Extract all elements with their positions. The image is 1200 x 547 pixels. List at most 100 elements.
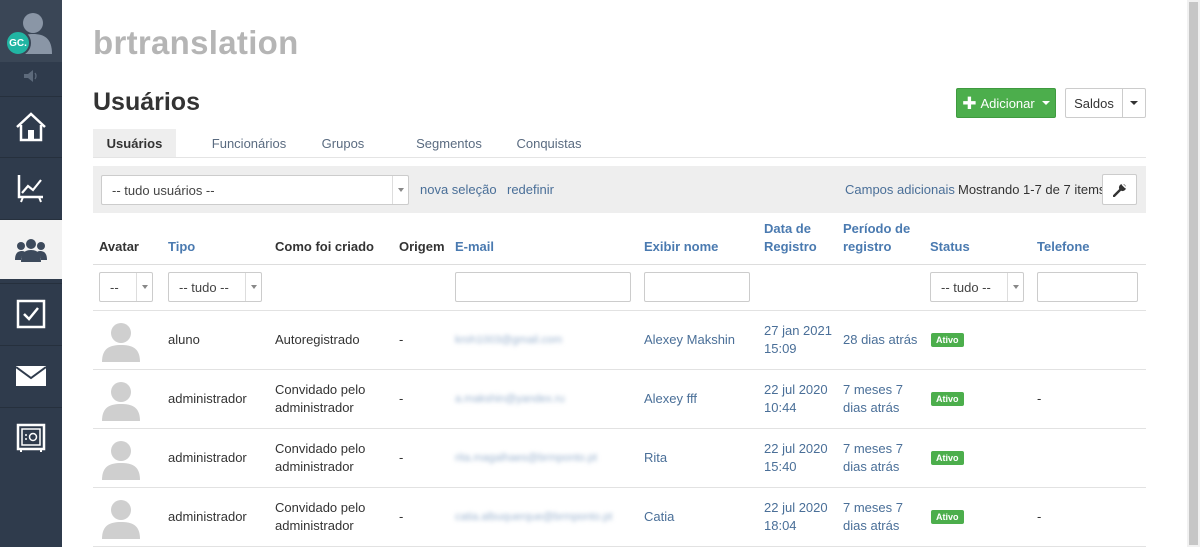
sidebar-item-vault[interactable]: [0, 407, 62, 467]
tab-funcionarios[interactable]: Funcionários: [200, 129, 298, 157]
cell-data-line2: 15:40: [764, 459, 797, 474]
col-telefone[interactable]: Telefone: [1037, 238, 1090, 256]
cell-email[interactable]: catia.albuquerque@brmponto.pt: [455, 508, 612, 526]
announcements-toggle[interactable]: [0, 62, 62, 90]
col-avatar: Avatar: [99, 239, 139, 254]
user-selection-select[interactable]: -- tudo usuários --: [101, 175, 409, 205]
telefone-filter-input[interactable]: [1037, 272, 1138, 302]
extra-fields-link[interactable]: Campos adicionais: [845, 182, 955, 197]
cell-data[interactable]: 22 jul 2020 10:44: [764, 381, 828, 417]
status-badge: Ativo: [931, 451, 964, 465]
col-email[interactable]: E-mail: [455, 238, 494, 256]
cell-data-line2: 10:44: [764, 400, 797, 415]
cell-periodo-line2: dias atrás: [843, 459, 900, 474]
scrollbar-thumb[interactable]: [1189, 2, 1198, 545]
cell-como-line2: administrador: [275, 518, 354, 533]
header-divider: [93, 264, 1146, 265]
cell-data[interactable]: 22 jul 2020 15:40: [764, 440, 828, 476]
cell-tipo: aluno: [168, 332, 200, 347]
table-row[interactable]: administrador Convidado pelo administrad…: [93, 429, 1146, 488]
settings-button[interactable]: [1102, 174, 1137, 205]
avatar-filter-select[interactable]: --: [99, 272, 153, 302]
users-icon: [15, 238, 47, 262]
cell-tipo: administrador: [168, 450, 247, 465]
tab-segmentos[interactable]: Segmentos: [401, 129, 497, 157]
tab-conquistas[interactable]: Conquistas: [513, 129, 585, 157]
user-selection-value: -- tudo usuários --: [112, 182, 215, 198]
cell-como-line2: administrador: [275, 459, 354, 474]
cell-como: Autoregistrado: [275, 331, 360, 349]
cell-como-line2: administrador: [275, 400, 354, 415]
cell-origem: -: [399, 450, 404, 465]
col-tipo[interactable]: Tipo: [168, 238, 195, 256]
cell-como: Convidado pelo administrador: [275, 440, 365, 476]
cell-data-line1: 22 jul 2020: [764, 441, 828, 456]
add-button[interactable]: ✚ Adicionar: [956, 88, 1056, 118]
new-selection-link[interactable]: nova seleção: [420, 182, 497, 197]
cell-data-line2: 18:04: [764, 518, 797, 533]
cell-periodo: 28 dias atrás: [843, 331, 917, 349]
saldos-dropdown-toggle[interactable]: [1122, 88, 1146, 118]
col-exibir-nome[interactable]: Exibir nome: [644, 238, 718, 256]
cell-periodo-line1: 7 meses 7: [843, 382, 903, 397]
status-filter-select[interactable]: -- tudo --: [930, 272, 1024, 302]
cell-email[interactable]: kroh1003@gmail.com: [455, 331, 562, 349]
pagination-summary: Mostrando 1-7 de 7 items.: [958, 182, 1110, 197]
status-badge: Ativo: [931, 392, 964, 406]
col-data-registro[interactable]: Data de Registro: [764, 220, 817, 256]
cell-nome[interactable]: Rita: [644, 449, 667, 467]
user-avatar-icon: [102, 441, 140, 480]
checkbox-icon: [16, 299, 46, 328]
select-arrow-icon: [392, 176, 408, 204]
tipo-filter-select[interactable]: -- tudo --: [168, 272, 262, 302]
table-row[interactable]: aluno Autoregistrado - kroh1003@gmail.co…: [93, 311, 1146, 370]
nome-filter-input[interactable]: [644, 272, 750, 302]
cell-data-line2: 15:09: [764, 341, 797, 356]
email-filter-input[interactable]: [455, 272, 631, 302]
cell-data[interactable]: 27 jan 2021 15:09: [764, 322, 832, 358]
table-row[interactable]: administrador Convidado pelo administrad…: [93, 488, 1146, 547]
chevron-down-icon: [1041, 101, 1050, 105]
sidebar-item-users[interactable]: [0, 219, 62, 279]
select-arrow-icon: [1007, 273, 1023, 301]
cell-periodo-line1: 7 meses 7: [843, 500, 903, 515]
select-arrow-icon: [245, 273, 261, 301]
cell-data-line1: 27 jan 2021: [764, 323, 832, 338]
tab-grupos[interactable]: Grupos: [315, 129, 371, 157]
col-status[interactable]: Status: [930, 238, 970, 256]
col-origem: Origem: [399, 239, 445, 254]
sidebar-item-reports[interactable]: [0, 157, 62, 217]
scrollbar[interactable]: [1187, 0, 1200, 547]
cell-periodo: 7 meses 7 dias atrás: [843, 499, 903, 535]
status-badge: Ativo: [931, 333, 964, 347]
cell-como-line1: Convidado pelo: [275, 441, 366, 456]
sidebar-item-messages[interactable]: [0, 345, 62, 405]
cell-email[interactable]: a.makshin@yandex.ru: [455, 390, 565, 408]
page-title: Usuários: [93, 88, 200, 116]
cell-como-line1: Convidado pelo: [275, 500, 366, 515]
cell-data[interactable]: 22 jul 2020 18:04: [764, 499, 828, 535]
reset-link[interactable]: redefinir: [507, 182, 554, 197]
brand-title: brtranslation: [93, 24, 299, 61]
cell-email[interactable]: rita.magalhaes@brmponto.pt: [455, 449, 597, 467]
saldos-button[interactable]: Saldos: [1065, 88, 1123, 118]
tab-usuarios[interactable]: Usuários: [93, 129, 176, 157]
cell-origem: -: [399, 332, 404, 347]
table-row[interactable]: administrador Convidado pelo administrad…: [93, 370, 1146, 429]
cell-data-line1: 22 jul 2020: [764, 500, 828, 515]
cell-nome[interactable]: Catia: [644, 508, 674, 526]
col-periodo-line2: registro: [843, 239, 892, 254]
cell-nome[interactable]: Alexey fff: [644, 390, 697, 408]
col-como: Como foi criado: [275, 239, 374, 254]
cell-como: Convidado pelo administrador: [275, 499, 365, 535]
user-menu[interactable]: GC.: [0, 0, 62, 62]
user-avatar-icon: [102, 500, 140, 539]
col-periodo-registro[interactable]: Período de registro: [843, 220, 910, 256]
sidebar-item-tasks[interactable]: [0, 283, 62, 343]
col-data-line2: Registro: [764, 239, 817, 254]
avatar-filter-value: --: [110, 279, 119, 295]
wrench-icon: [1112, 182, 1127, 197]
cell-tipo: administrador: [168, 509, 247, 524]
sidebar-item-home[interactable]: [0, 96, 62, 156]
cell-nome[interactable]: Alexey Makshin: [644, 331, 735, 349]
